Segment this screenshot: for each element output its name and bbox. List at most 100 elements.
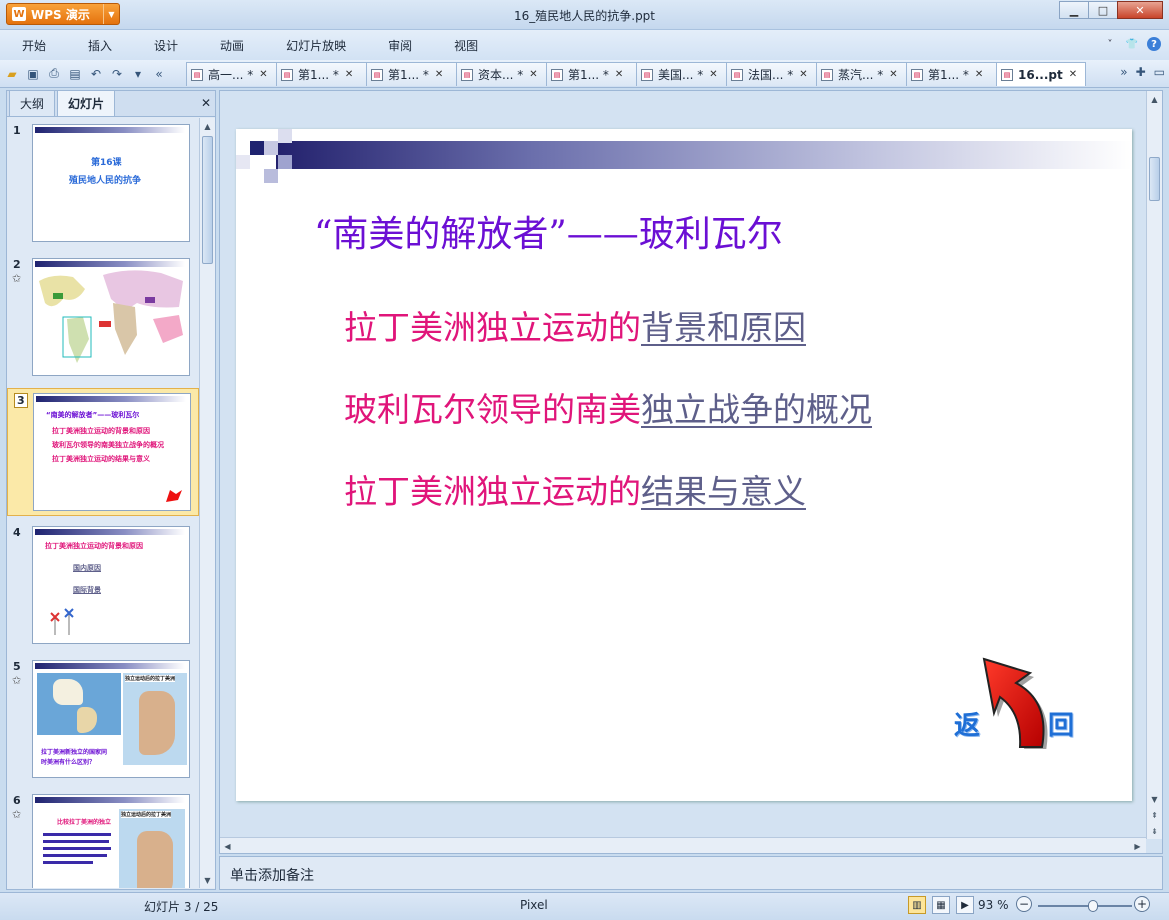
customize-dropdown-icon[interactable]: ▾ <box>129 65 147 83</box>
redo-icon[interactable]: ↷ <box>108 65 126 83</box>
new-tab-plus-icon[interactable]: ✚ <box>1136 65 1146 79</box>
slide-thumbnail[interactable]: 5 ✩ 独立运动后的拉丁美洲 拉丁美洲新独立的国家同 时美洲有什么区别？ <box>7 660 199 784</box>
scroll-down-icon[interactable]: ▼ <box>1147 791 1162 807</box>
theme-name: Pixel <box>520 898 548 912</box>
slide-thumbnail-list: 1 第16课 殖民地人民的抗争 2 ✩ 3 “南美的解放者”——玻利瓦尔 拉丁美… <box>7 118 199 888</box>
doc-tab[interactable]: ▤ 美国... * ✕ <box>636 62 727 86</box>
close-icon[interactable]: ✕ <box>1069 69 1077 80</box>
tab-list-icon[interactable]: ▭ <box>1154 65 1165 79</box>
doc-tab[interactable]: ▤ 第1... * ✕ <box>366 62 457 86</box>
slide-sorter-icon[interactable]: ▦ <box>932 896 950 914</box>
open-folder-icon[interactable]: ▰ <box>3 65 21 83</box>
doc-tab[interactable]: ▤ 蒸汽... * ✕ <box>816 62 907 86</box>
quick-toolbar: ▰ ▣ ⎙ ▤ ↶ ↷ ▾ « ▤ 高一... * ✕ ▤ 第1... * ✕ ▤ 第1.… <box>0 60 1169 88</box>
scroll-up-icon[interactable]: ▲ <box>200 118 215 134</box>
slide-bullet-1[interactable]: 拉丁美洲独立运动的背景和原因 <box>344 301 806 349</box>
menu-animation[interactable]: 动画 <box>198 37 264 54</box>
scroll-down-icon[interactable]: ▼ <box>200 872 215 888</box>
current-slide[interactable]: “南美的解放者”——玻利瓦尔 拉丁美洲独立运动的背景和原因 玻利瓦尔领导的南美独… <box>236 129 1132 801</box>
close-icon[interactable]: ✕ <box>259 69 267 80</box>
doc-tab[interactable]: ▤ 第1... * ✕ <box>276 62 367 86</box>
menu-review[interactable]: 审阅 <box>366 37 432 54</box>
doc-tab-active[interactable]: ▤ 16...pt ✕ <box>996 62 1086 86</box>
save-icon[interactable]: ▣ <box>24 65 42 83</box>
close-icon[interactable]: ✕ <box>615 69 623 80</box>
doc-tab[interactable]: ▤ 高一... * ✕ <box>186 62 277 86</box>
slide-vertical-scrollbar[interactable]: ▲ ▼ ⇞ ⇟ <box>1146 91 1162 839</box>
zoom-slider[interactable] <box>1038 900 1132 912</box>
scroll-right-icon[interactable]: ▶ <box>1130 838 1145 854</box>
menu-insert[interactable]: 插入 <box>66 37 132 54</box>
menu-slideshow[interactable]: 幻灯片放映 <box>264 37 366 54</box>
close-icon[interactable]: ✕ <box>529 69 537 80</box>
hyperlink-results[interactable]: 结果与意义 <box>641 472 806 511</box>
slides-panel: 大纲 幻灯片 ✕ 1 第16课 殖民地人民的抗争 2 ✩ 3 “南美的解放者”—… <box>6 90 216 890</box>
animation-star-icon: ✩ <box>12 674 22 687</box>
return-arrow-icon <box>166 490 182 502</box>
slide-bullet-3[interactable]: 拉丁美洲独立运动的结果与意义 <box>344 465 806 513</box>
print-preview-icon[interactable]: ▤ <box>66 65 84 83</box>
ppt-file-icon: ▤ <box>281 68 293 81</box>
title-bar: W WPS 演示 ▼ 16_殖民地人民的抗争.ppt ▁ □ ✕ <box>0 0 1169 30</box>
zoom-slider-knob[interactable] <box>1087 900 1098 912</box>
americas-map-image <box>37 673 121 735</box>
menu-view[interactable]: 视图 <box>432 37 498 54</box>
close-icon[interactable]: ✕ <box>889 69 897 80</box>
normal-view-icon[interactable]: ▥ <box>908 896 926 914</box>
close-icon[interactable]: ✕ <box>799 69 807 80</box>
close-icon[interactable]: ✕ <box>975 69 983 80</box>
print-icon[interactable]: ⎙ <box>45 65 63 83</box>
tab-slides[interactable]: 幻灯片 <box>57 90 116 116</box>
hyperlink-background[interactable]: 背景和原因 <box>641 308 806 347</box>
world-map-thumbnail <box>32 258 190 376</box>
maximize-button[interactable]: □ <box>1088 1 1118 19</box>
next-slide-icon[interactable]: ⇟ <box>1147 823 1162 839</box>
slide-thumbnail[interactable]: 1 第16课 殖民地人民的抗争 <box>7 124 199 248</box>
skin-shirt-icon[interactable]: 👕 <box>1125 37 1139 51</box>
scrollbar-thumb[interactable] <box>1149 157 1160 201</box>
hyperlink-war-overview[interactable]: 独立战争的概况 <box>641 390 872 429</box>
zoom-in-icon[interactable]: + <box>1134 896 1150 912</box>
tabs-scroll-left-icon[interactable]: « <box>150 65 168 83</box>
slide-thumbnail[interactable]: 4 拉丁美洲独立运动的背景和原因 国内原因 国际背景 <box>7 526 199 650</box>
minimize-button[interactable]: ▁ <box>1059 1 1089 19</box>
close-window-button[interactable]: ✕ <box>1117 1 1163 19</box>
undo-icon[interactable]: ↶ <box>87 65 105 83</box>
slide-bullet-2[interactable]: 玻利瓦尔领导的南美独立战争的概况 <box>344 383 872 431</box>
chevron-down-icon[interactable]: ˅ <box>1103 37 1117 51</box>
ppt-file-icon: ▤ <box>551 68 563 81</box>
doc-tab[interactable]: ▤ 第1... * ✕ <box>906 62 997 86</box>
menu-home[interactable]: 开始 <box>0 37 66 54</box>
ppt-file-icon: ▤ <box>371 68 383 81</box>
scroll-up-icon[interactable]: ▲ <box>1147 91 1162 107</box>
thumbnail-scrollbar[interactable]: ▲ ▼ <box>199 118 215 888</box>
slide-thumbnail-selected[interactable]: 3 “南美的解放者”——玻利瓦尔 拉丁美洲独立运动的背景和原因 玻利瓦尔领导的南… <box>7 388 199 516</box>
close-icon[interactable]: ✕ <box>435 69 443 80</box>
zoom-level: 93 % <box>978 898 1009 912</box>
ppt-file-icon: ▤ <box>191 68 203 81</box>
doc-tab[interactable]: ▤ 资本... * ✕ <box>456 62 547 86</box>
doc-tab[interactable]: ▤ 法国... * ✕ <box>726 62 817 86</box>
close-icon[interactable]: ✕ <box>201 96 211 110</box>
slide-title[interactable]: “南美的解放者”——玻利瓦尔 <box>314 205 783 257</box>
tabs-scroll-right-icon[interactable]: » <box>1120 65 1127 79</box>
menu-design[interactable]: 设计 <box>132 37 198 54</box>
slide-horizontal-scrollbar[interactable]: ◀ ▶ <box>220 837 1146 853</box>
slide-thumbnail[interactable]: 2 ✩ <box>7 258 199 382</box>
slide-thumbnail[interactable]: 6 ✩ 比较拉丁美洲的独立 独立运动后的拉丁美洲 <box>7 794 199 888</box>
tab-outline[interactable]: 大纲 <box>9 90 56 116</box>
return-label-right: 回 <box>1048 711 1075 741</box>
return-button[interactable]: 返 回 <box>954 657 1076 749</box>
zoom-out-icon[interactable]: − <box>1016 896 1032 912</box>
help-icon[interactable]: ? <box>1147 37 1161 51</box>
doc-tab[interactable]: ▤ 第1... * ✕ <box>546 62 637 86</box>
previous-slide-icon[interactable]: ⇞ <box>1147 807 1162 823</box>
ppt-file-icon: ▤ <box>1001 68 1013 81</box>
return-label-left: 返 <box>954 711 981 741</box>
close-icon[interactable]: ✕ <box>709 69 717 80</box>
scroll-left-icon[interactable]: ◀ <box>220 838 235 854</box>
slideshow-play-icon[interactable]: ▶ <box>956 896 974 914</box>
notes-pane[interactable]: 单击添加备注 <box>219 856 1163 890</box>
close-icon[interactable]: ✕ <box>345 69 353 80</box>
scrollbar-thumb[interactable] <box>202 136 213 264</box>
